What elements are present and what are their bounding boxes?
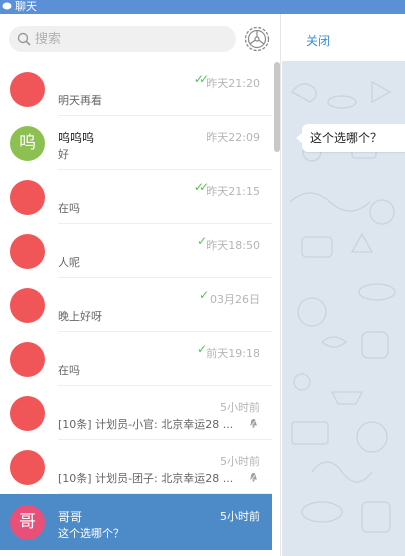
- conversation-message: 人呢: [58, 256, 80, 269]
- conversation-row[interactable]: 5小时前 [10条] 计划员-团子: 北京幸运28 ...: [0, 440, 272, 494]
- check-icon: ✓: [196, 234, 207, 248]
- conversation-name: 呜呜呜: [58, 131, 95, 145]
- window-title: 聊天: [15, 0, 37, 13]
- conversation-row[interactable]: 5小时前 [10条] 计划员-小官: 北京幸运28 ...: [0, 386, 272, 440]
- avatar: [10, 72, 45, 107]
- conversation-row[interactable]: ✓ 03月26日 晚上好呀: [0, 278, 272, 332]
- avatar: [10, 288, 45, 323]
- conversation-message: [10条] 计划员-小官: 北京幸运28 ...: [58, 418, 234, 431]
- conversation-message: [10条] 计划员-团子: 北京幸运28 ...: [58, 472, 234, 485]
- conversation-message: 晚上好呀: [58, 310, 102, 323]
- conversation-message: 好: [58, 148, 69, 161]
- avatar: 呜: [10, 126, 45, 161]
- conversation-row-selected[interactable]: 哥 哥哥 5小时前 这个选哪个？: [0, 494, 272, 550]
- conversation-message: 在吗: [58, 202, 80, 215]
- conversation-list: ✓✓ 昨天21:20 明天再看 呜 呜呜呜 昨天22:09 好 ✓✓ 昨天21:…: [0, 62, 272, 556]
- mute-bell-icon: [249, 472, 258, 482]
- conversation-time: 昨天21:15: [206, 185, 260, 198]
- avatar: [10, 180, 45, 215]
- conversation-row[interactable]: ✓ 昨天18:50 人呢: [0, 224, 272, 278]
- search-box[interactable]: [9, 26, 236, 52]
- app-icon: [2, 2, 12, 10]
- conversation-sidebar: ✓✓ 昨天21:20 明天再看 呜 呜呜呜 昨天22:09 好 ✓✓ 昨天21:…: [0, 14, 281, 556]
- conversation-name: 哥哥: [58, 510, 83, 524]
- conversation-time: 03月26日: [210, 293, 260, 306]
- search-icon: [17, 32, 31, 46]
- conversation-time: 5小时前: [220, 510, 260, 523]
- avatar: [10, 396, 45, 431]
- check-icon: ✓: [198, 288, 209, 302]
- double-check-icon: ✓✓: [193, 180, 209, 194]
- conversation-row[interactable]: ✓✓ 昨天21:20 明天再看: [0, 62, 272, 116]
- conversation-time: 前天19:18: [206, 347, 260, 360]
- mute-bell-icon: [249, 418, 258, 428]
- conversation-message: 这个选哪个？: [58, 527, 124, 540]
- conversation-message: 明天再看: [58, 94, 102, 107]
- conversation-message: 在吗: [58, 364, 80, 377]
- search-input[interactable]: [35, 29, 225, 49]
- avatar: [10, 234, 45, 269]
- search-row: [0, 14, 280, 62]
- settings-gear-icon[interactable]: [243, 25, 271, 53]
- double-check-icon: ✓✓: [193, 72, 209, 86]
- close-button[interactable]: 关闭: [306, 32, 330, 49]
- avatar: [10, 342, 45, 377]
- list-scrollbar[interactable]: [274, 62, 280, 152]
- conversation-row[interactable]: ✓✓ 昨天21:15 在吗: [0, 170, 272, 224]
- message-bubble: 这个选哪个？: [302, 124, 405, 152]
- conversation-row[interactable]: ✓ 前天19:18 在吗: [0, 332, 272, 386]
- conversation-row[interactable]: 呜 呜呜呜 昨天22:09 好: [0, 116, 272, 170]
- avatar: [10, 450, 45, 485]
- chat-header: 关闭: [282, 14, 405, 62]
- chat-panel: 关闭 这个选哪个？: [282, 14, 405, 556]
- conversation-time: 5小时前: [220, 401, 260, 414]
- conversation-time: 昨天22:09: [206, 131, 260, 144]
- conversation-time: 昨天21:20: [206, 77, 260, 90]
- avatar: 哥: [10, 505, 45, 540]
- title-bar: 聊天: [0, 0, 405, 14]
- conversation-time: 5小时前: [220, 455, 260, 468]
- conversation-time: 昨天18:50: [206, 239, 260, 252]
- check-icon: ✓: [196, 342, 207, 356]
